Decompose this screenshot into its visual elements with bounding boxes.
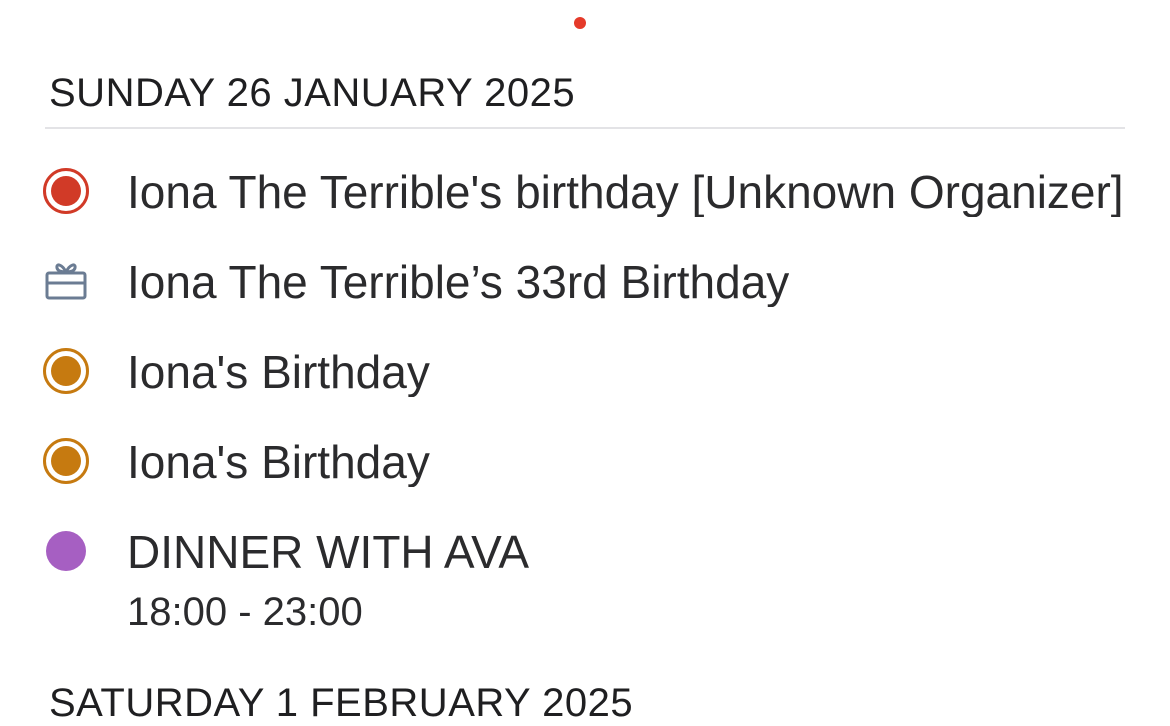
ring-dot-icon <box>43 168 89 214</box>
event-row[interactable]: Iona The Terrible's birthday [Unknown Or… <box>0 161 1170 221</box>
event-title: Iona The Terrible’s 33rd Birthday <box>127 257 790 307</box>
event-row[interactable]: Iona The Terrible’s 33rd Birthday <box>0 251 1170 311</box>
section-divider <box>45 127 1125 129</box>
solid-dot-icon <box>46 531 86 571</box>
event-time: 18:00 - 23:00 <box>127 590 363 634</box>
next-day-header: SATURDAY 1 FEBRUARY 2025 <box>49 681 634 725</box>
event-row[interactable]: DINNER WITH AVA 18:00 - 23:00 <box>0 521 1170 641</box>
event-row[interactable]: Iona's Birthday <box>0 431 1170 491</box>
birthday-gift-icon <box>45 260 87 302</box>
status-indicator-dot <box>574 17 586 29</box>
event-title: Iona The Terrible's birthday [Unknown Or… <box>127 167 1124 217</box>
event-title: Iona's Birthday <box>127 347 430 397</box>
ring-dot-icon <box>43 348 89 394</box>
event-title: Iona's Birthday <box>127 437 430 487</box>
ring-dot-icon <box>43 438 89 484</box>
day-header: SUNDAY 26 JANUARY 2025 <box>49 71 576 115</box>
event-row[interactable]: Iona's Birthday <box>0 341 1170 401</box>
event-title: DINNER WITH AVA <box>127 527 530 577</box>
